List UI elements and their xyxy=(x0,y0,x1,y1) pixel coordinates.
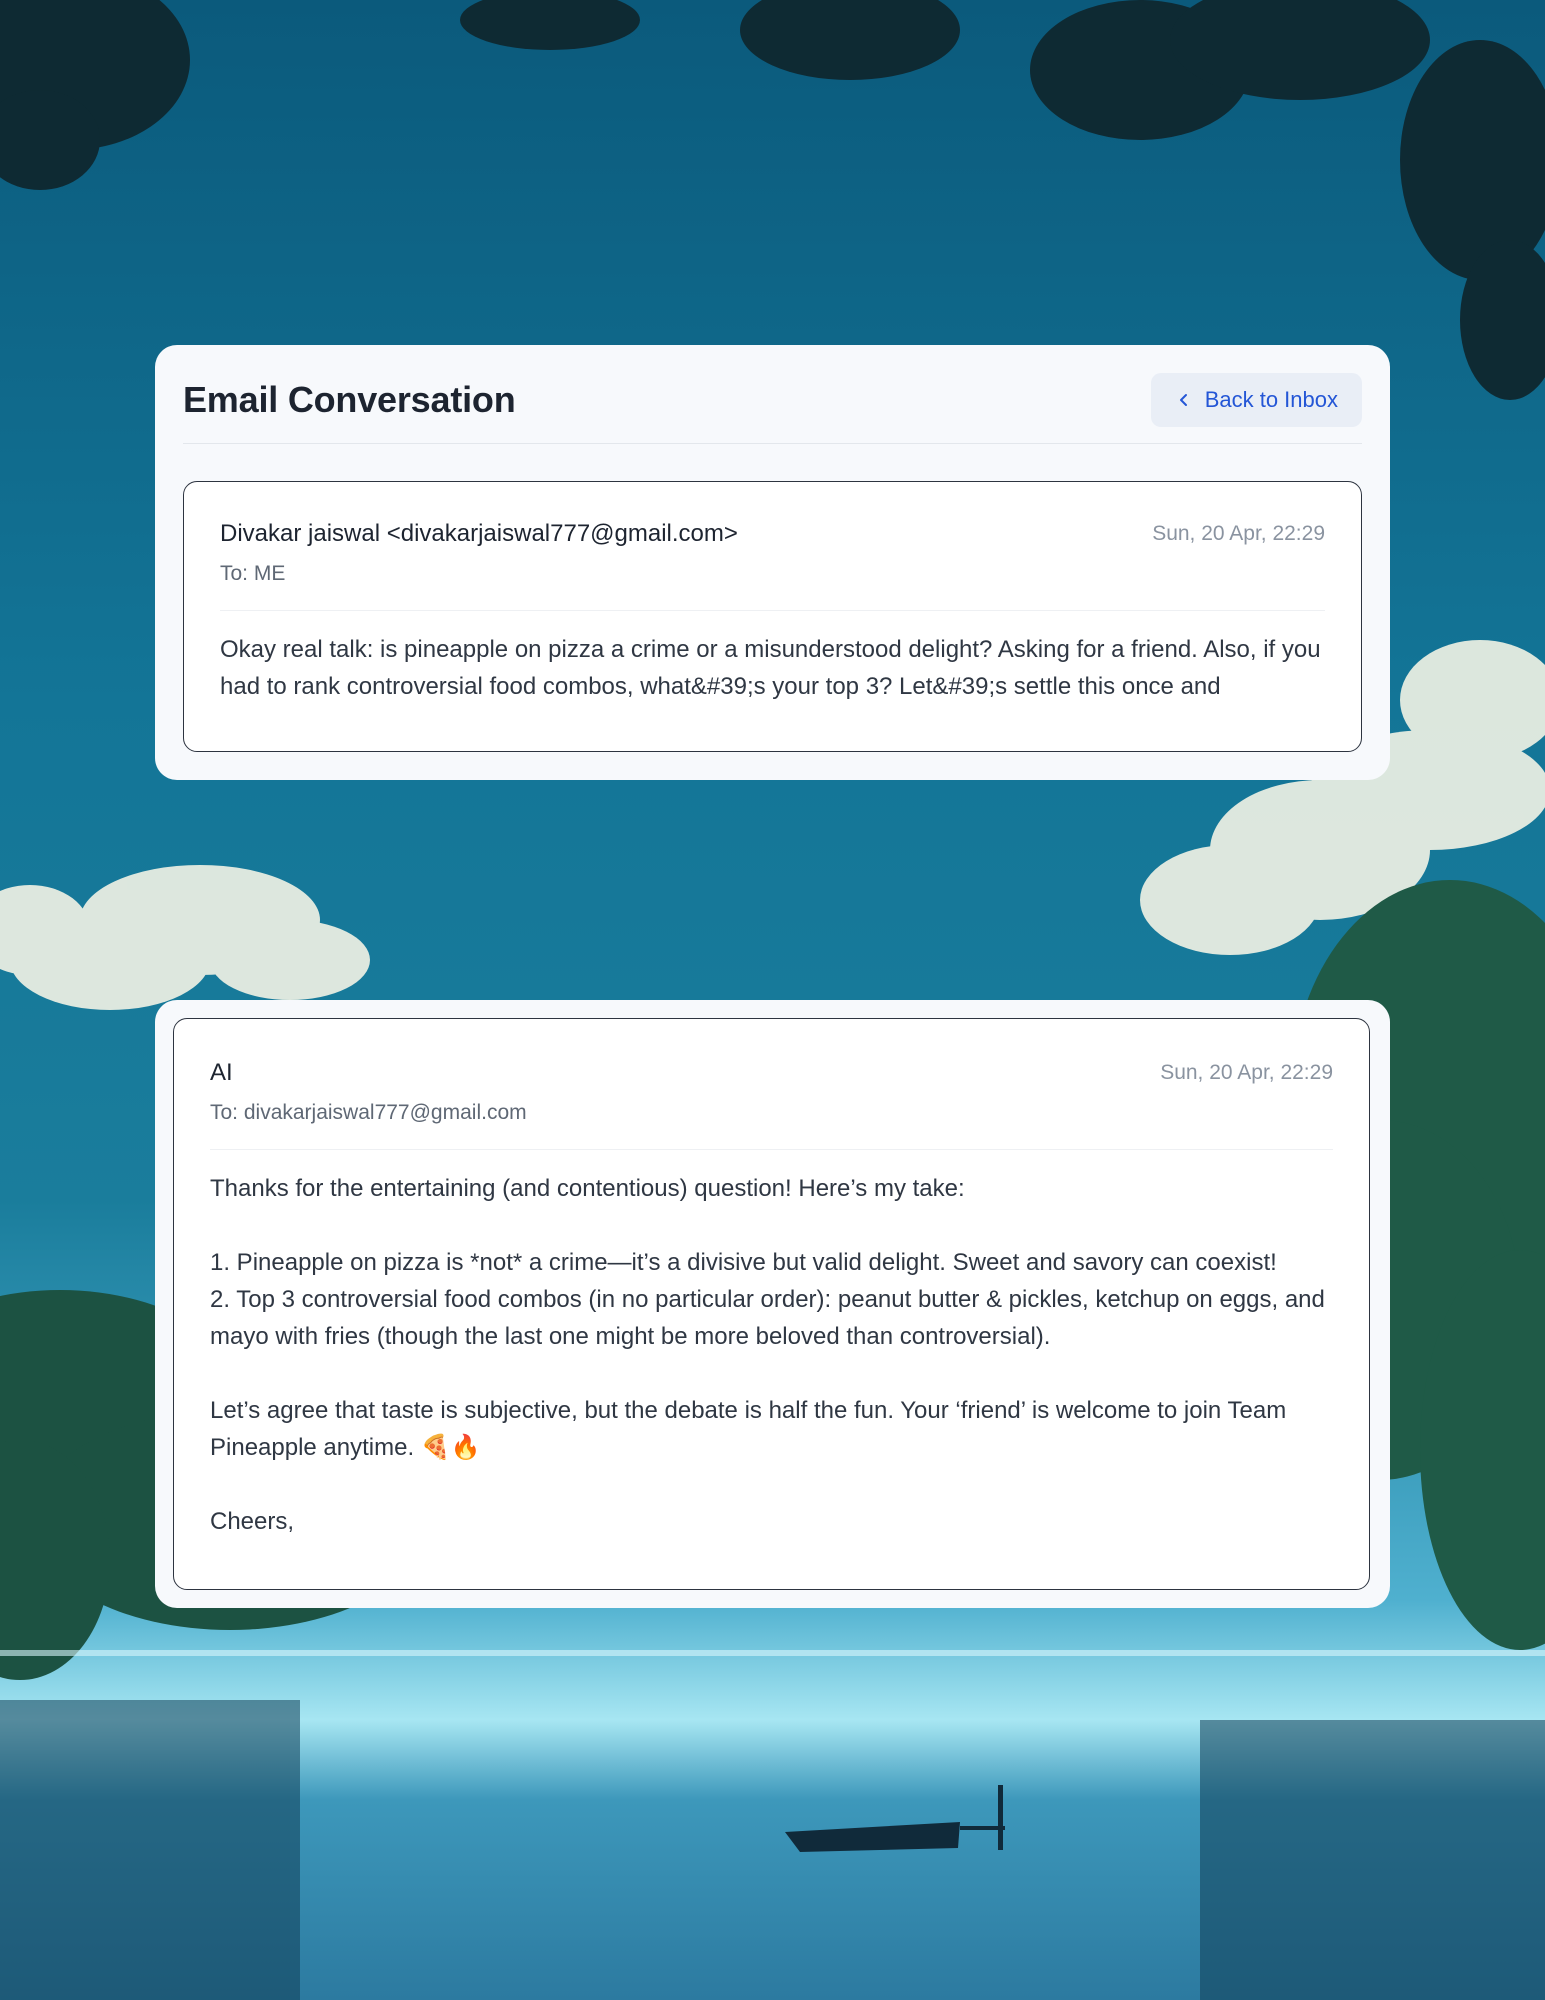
message-date: Sun, 20 Apr, 22:29 xyxy=(1152,522,1325,545)
chevron-left-icon xyxy=(1179,394,1187,406)
message-recipient: To: ME xyxy=(220,562,1325,611)
reply-card: AI Sun, 20 Apr, 22:29 To: divakarjaiswal… xyxy=(155,1000,1390,1608)
message-card[interactable]: Divakar jaiswal <divakarjaiswal777@gmail… xyxy=(183,481,1362,752)
page-title: Email Conversation xyxy=(183,379,516,420)
conversation-card: Email Conversation Back to Inbox Divakar… xyxy=(155,345,1390,780)
message-sender: Divakar jaiswal <divakarjaiswal777@gmail… xyxy=(220,520,738,547)
message-sender: AI xyxy=(210,1059,233,1086)
back-to-inbox-button[interactable]: Back to Inbox xyxy=(1150,373,1362,427)
back-to-inbox-label: Back to Inbox xyxy=(1204,387,1338,412)
conversation-header: Email Conversation Back to Inbox xyxy=(183,373,1362,444)
message-recipient: To: divakarjaiswal777@gmail.com xyxy=(210,1101,1333,1150)
message-card[interactable]: AI Sun, 20 Apr, 22:29 To: divakarjaiswal… xyxy=(173,1018,1370,1590)
message-body: Thanks for the entertaining (and content… xyxy=(210,1175,1325,1535)
message-date: Sun, 20 Apr, 22:29 xyxy=(1160,1061,1333,1084)
message-body: Okay real talk: is pineapple on pizza a … xyxy=(220,636,1321,700)
